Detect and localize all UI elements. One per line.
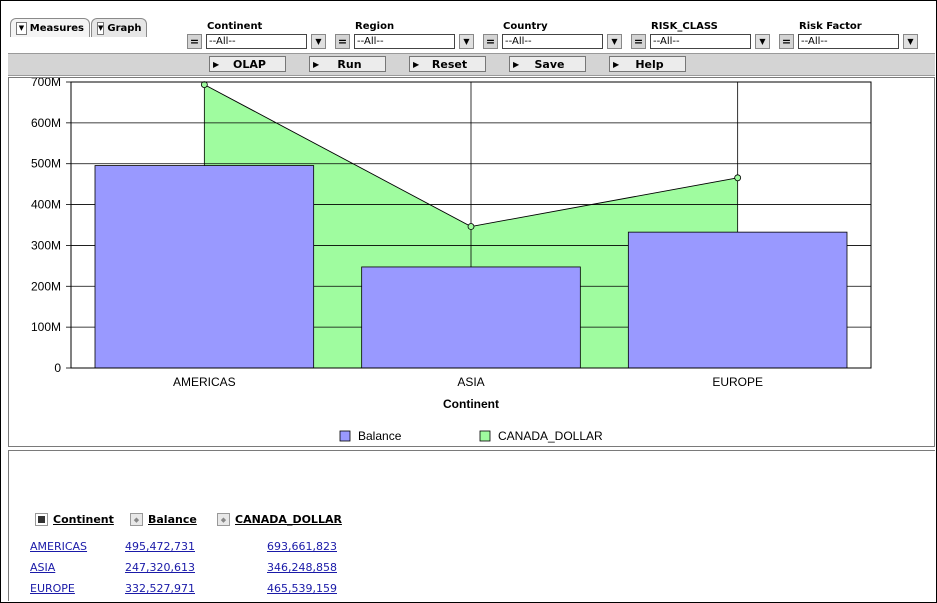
y-tick-label: 500M (31, 157, 61, 171)
play-icon: ▶ (213, 59, 220, 69)
bar (627, 231, 848, 369)
dropdown-arrow-icon: ▼ (97, 21, 105, 35)
y-tick-label: 200M (31, 279, 61, 293)
legend-label: CANADA_DOLLAR (498, 429, 603, 443)
sort-icon[interactable]: ◆ (217, 513, 230, 526)
help-button[interactable]: ▶ Help (609, 56, 686, 72)
country-select[interactable]: --All-- (502, 34, 603, 49)
tab-graph[interactable]: ▼ Graph (91, 18, 147, 37)
continent-select[interactable]: --All-- (206, 34, 307, 49)
chevron-down-icon[interactable]: ▼ (459, 34, 474, 49)
equals-operator-button[interactable]: = (779, 34, 794, 49)
reset-button[interactable]: ▶ Reset (409, 56, 486, 72)
play-icon: ▶ (513, 59, 520, 69)
filter-label: Continent (207, 21, 263, 32)
sort-icon[interactable] (35, 513, 48, 526)
x-tick-label: EUROPE (712, 375, 763, 389)
risk-factor-select[interactable]: --All-- (798, 34, 899, 49)
region-select[interactable]: --All-- (354, 34, 455, 49)
table-cell-continent[interactable]: AMERICAS (30, 540, 87, 553)
olap-button[interactable]: ▶ OLAP (209, 56, 286, 72)
equals-operator-button[interactable]: = (483, 34, 498, 49)
table-cell-balance[interactable]: 495,472,731 (115, 540, 195, 553)
table-cell-canada-dollar[interactable]: 346,248,858 (237, 561, 337, 574)
data-point (734, 174, 742, 182)
equals-operator-button[interactable]: = (187, 34, 202, 49)
filter-label: Region (355, 21, 395, 32)
chevron-down-icon[interactable]: ▼ (311, 34, 326, 49)
table-cell-continent[interactable]: ASIA (30, 561, 55, 574)
table-cell-balance[interactable]: 247,320,613 (115, 561, 195, 574)
tab-measures-label: Measures (29, 22, 84, 34)
y-tick-label: 600M (31, 116, 61, 130)
risk-class-select[interactable]: --All-- (650, 34, 751, 49)
table-cell-canada-dollar[interactable]: 693,661,823 (237, 540, 337, 553)
table-cell-canada-dollar[interactable]: 465,539,159 (237, 582, 337, 595)
column-header-continent[interactable]: Continent (53, 513, 114, 526)
y-tick-label: 700M (31, 78, 61, 89)
filter-label: RISK_CLASS (651, 21, 718, 32)
x-axis-label: Continent (443, 397, 499, 411)
column-header-balance[interactable]: Balance (148, 513, 197, 526)
equals-operator-button[interactable]: = (631, 34, 646, 49)
legend-swatch (339, 430, 351, 442)
legend-swatch (479, 430, 491, 442)
column-header-canada-dollar[interactable]: CANADA_DOLLAR (235, 513, 342, 526)
balance-chart: 0 100M 200M 300M 400M 500M 600M 700M AMERICAS ASI… (31, 78, 872, 443)
filter-label: Risk Factor (799, 21, 862, 32)
data-point (467, 223, 475, 230)
play-icon: ▶ (313, 59, 320, 69)
y-tick-label: 400M (31, 198, 61, 212)
y-tick-label: 0 (54, 361, 61, 375)
y-tick-label: 300M (31, 238, 61, 252)
action-toolbar: ▶ OLAP ▶ Run ▶ Reset ▶ Save ▶ Help (8, 53, 935, 76)
chevron-down-icon[interactable]: ▼ (755, 34, 770, 49)
chevron-down-icon[interactable]: ▼ (607, 34, 622, 49)
play-icon: ▶ (413, 59, 420, 69)
save-button[interactable]: ▶ Save (509, 56, 586, 72)
equals-operator-button[interactable]: = (335, 34, 350, 49)
sort-icon[interactable]: ◆ (130, 513, 143, 526)
chevron-down-icon[interactable]: ▼ (903, 34, 918, 49)
bar (361, 266, 581, 369)
bar (94, 165, 315, 369)
table-cell-continent[interactable]: EUROPE (30, 582, 75, 595)
play-icon: ▶ (613, 59, 620, 69)
x-tick-label: ASIA (457, 375, 484, 389)
tab-measures[interactable]: ▼ Measures (10, 18, 90, 37)
tab-graph-label: Graph (107, 22, 142, 34)
chart-panel: 0 100M 200M 300M 400M 500M 600M 700M AMERICAS ASI… (8, 77, 935, 447)
results-table: Continent ◆ Balance ◆ CANADA_DOLLAR AMER… (8, 450, 935, 601)
table-cell-balance[interactable]: 332,527,971 (115, 582, 195, 595)
dropdown-arrow-icon: ▼ (16, 21, 27, 35)
y-tick-label: 100M (31, 320, 61, 334)
run-button[interactable]: ▶ Run (309, 56, 386, 72)
filter-label: Country (503, 21, 548, 32)
x-tick-label: AMERICAS (173, 375, 236, 389)
legend-label: Balance (358, 429, 402, 443)
